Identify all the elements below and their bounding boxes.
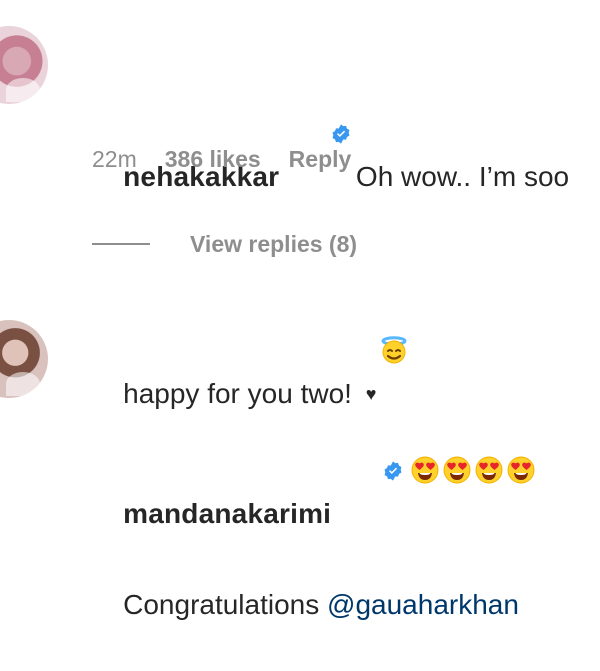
comment-time: 22m (92, 146, 137, 172)
avatar[interactable] (0, 26, 48, 104)
mention-link[interactable]: @gauaharkhan (327, 589, 519, 620)
comment-username[interactable]: mandanakarimi (123, 498, 331, 529)
likes-count[interactable]: 386 likes (165, 146, 261, 173)
smiling-face-with-halo-icon (379, 246, 409, 364)
smiling-face-with-heart-eyes-icon (410, 366, 440, 484)
avatar[interactable] (0, 320, 48, 398)
reply-button[interactable]: Reply (289, 146, 352, 173)
comment-text-line1: Oh wow.. I’m soo (355, 161, 570, 192)
comment-body: mandanakarimi Congratulations @gauaharkh… (92, 322, 587, 671)
smiling-face-with-heart-eyes-icon (506, 366, 536, 484)
smiling-face-with-heart-eyes-icon (442, 366, 472, 484)
verified-badge-icon (283, 70, 352, 202)
comment-meta: 22m 386 likes Reply (92, 146, 351, 173)
view-replies-label: View replies (8) (190, 230, 358, 257)
view-replies-button[interactable]: View replies (8) (92, 228, 357, 260)
verified-badge-icon (335, 407, 404, 539)
smiling-face-with-heart-eyes-icon (474, 366, 504, 484)
comment-text: Congratulations (123, 589, 328, 620)
replies-divider (92, 243, 150, 245)
